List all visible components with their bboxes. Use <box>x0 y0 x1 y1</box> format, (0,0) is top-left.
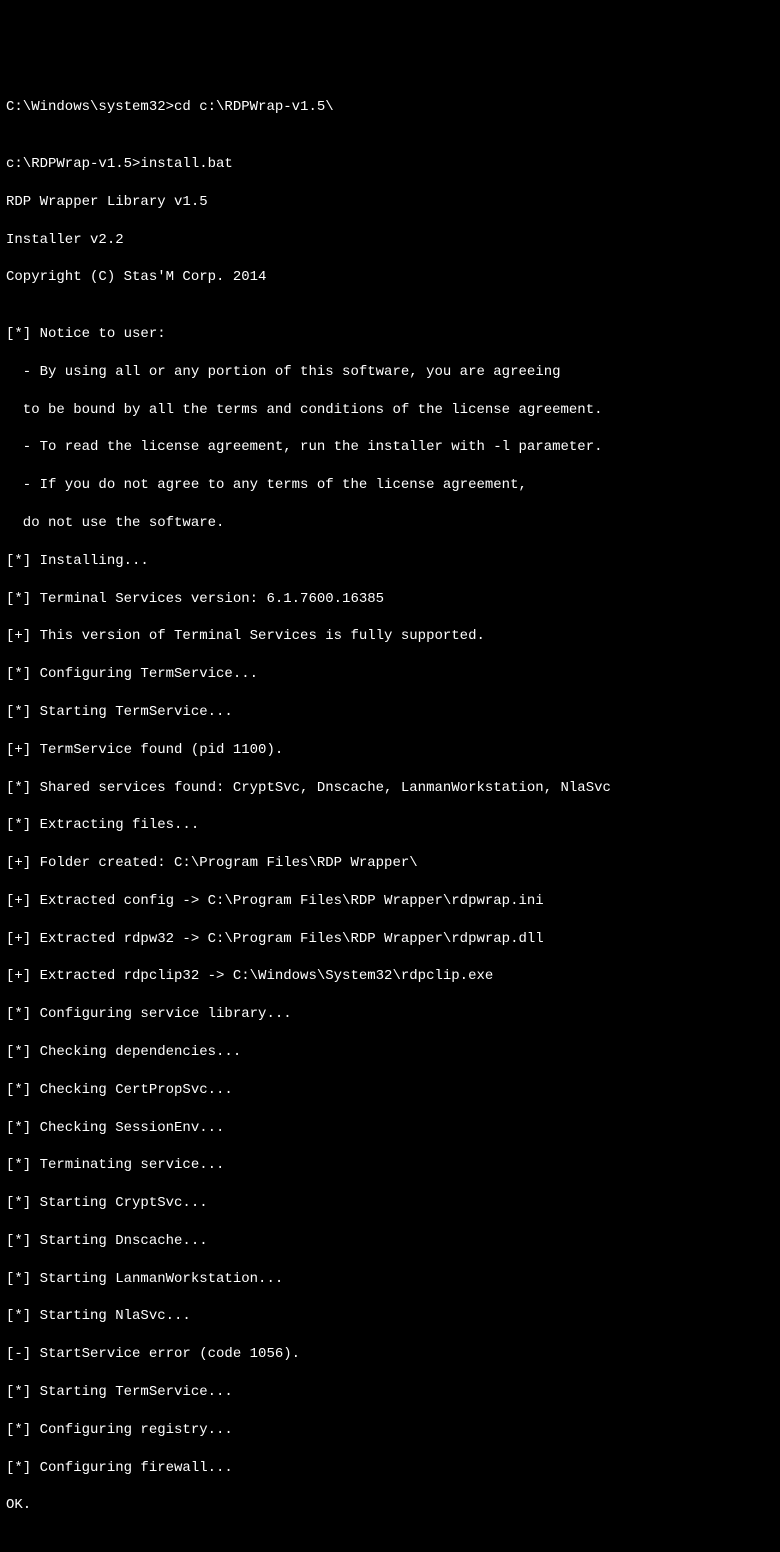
output-line: - If you do not agree to any terms of th… <box>6 476 774 495</box>
output-line: [*] Starting TermService... <box>6 703 774 722</box>
prompt-line: c:\RDPWrap-v1.5>install.bat <box>6 155 774 174</box>
output-line: [*] Configuring TermService... <box>6 665 774 684</box>
output-line: to be bound by all the terms and conditi… <box>6 401 774 420</box>
output-line: [*] Installing... <box>6 552 774 571</box>
output-line: [-] StartService error (code 1056). <box>6 1345 774 1364</box>
output-line: [*] Starting TermService... <box>6 1383 774 1402</box>
output-line: [*] Shared services found: CryptSvc, Dns… <box>6 779 774 798</box>
output-line: Installer v2.2 <box>6 231 774 250</box>
output-line: [*] Configuring service library... <box>6 1005 774 1024</box>
output-line: [*] Checking SessionEnv... <box>6 1119 774 1138</box>
output-line: - By using all or any portion of this so… <box>6 363 774 382</box>
output-line: [+] This version of Terminal Services is… <box>6 627 774 646</box>
output-line: [*] Starting CryptSvc... <box>6 1194 774 1213</box>
output-line: - To read the license agreement, run the… <box>6 438 774 457</box>
output-line: OK. <box>6 1496 774 1515</box>
output-line: Copyright (C) Stas'M Corp. 2014 <box>6 268 774 287</box>
output-line: [*] Starting NlaSvc... <box>6 1307 774 1326</box>
output-line: [+] Folder created: C:\Program Files\RDP… <box>6 854 774 873</box>
output-line: [+] Extracted rdpw32 -> C:\Program Files… <box>6 930 774 949</box>
output-line: [*] Extracting files... <box>6 816 774 835</box>
output-line: [*] Starting Dnscache... <box>6 1232 774 1251</box>
output-line: [*] Configuring firewall... <box>6 1459 774 1478</box>
output-line: do not use the software. <box>6 514 774 533</box>
terminal-output[interactable]: C:\Windows\system32>cd c:\RDPWrap-v1.5\ … <box>6 80 774 1552</box>
output-line: [*] Checking dependencies... <box>6 1043 774 1062</box>
output-line: [*] Starting LanmanWorkstation... <box>6 1270 774 1289</box>
output-line: RDP Wrapper Library v1.5 <box>6 193 774 212</box>
output-line: [*] Terminal Services version: 6.1.7600.… <box>6 590 774 609</box>
prompt-line: C:\Windows\system32>cd c:\RDPWrap-v1.5\ <box>6 98 774 117</box>
output-line: [+] Extracted config -> C:\Program Files… <box>6 892 774 911</box>
output-line: [+] TermService found (pid 1100). <box>6 741 774 760</box>
output-line: [*] Configuring registry... <box>6 1421 774 1440</box>
output-line: [*] Notice to user: <box>6 325 774 344</box>
output-line: [*] Terminating service... <box>6 1156 774 1175</box>
output-line: [*] Checking CertPropSvc... <box>6 1081 774 1100</box>
output-line: [+] Extracted rdpclip32 -> C:\Windows\Sy… <box>6 967 774 986</box>
